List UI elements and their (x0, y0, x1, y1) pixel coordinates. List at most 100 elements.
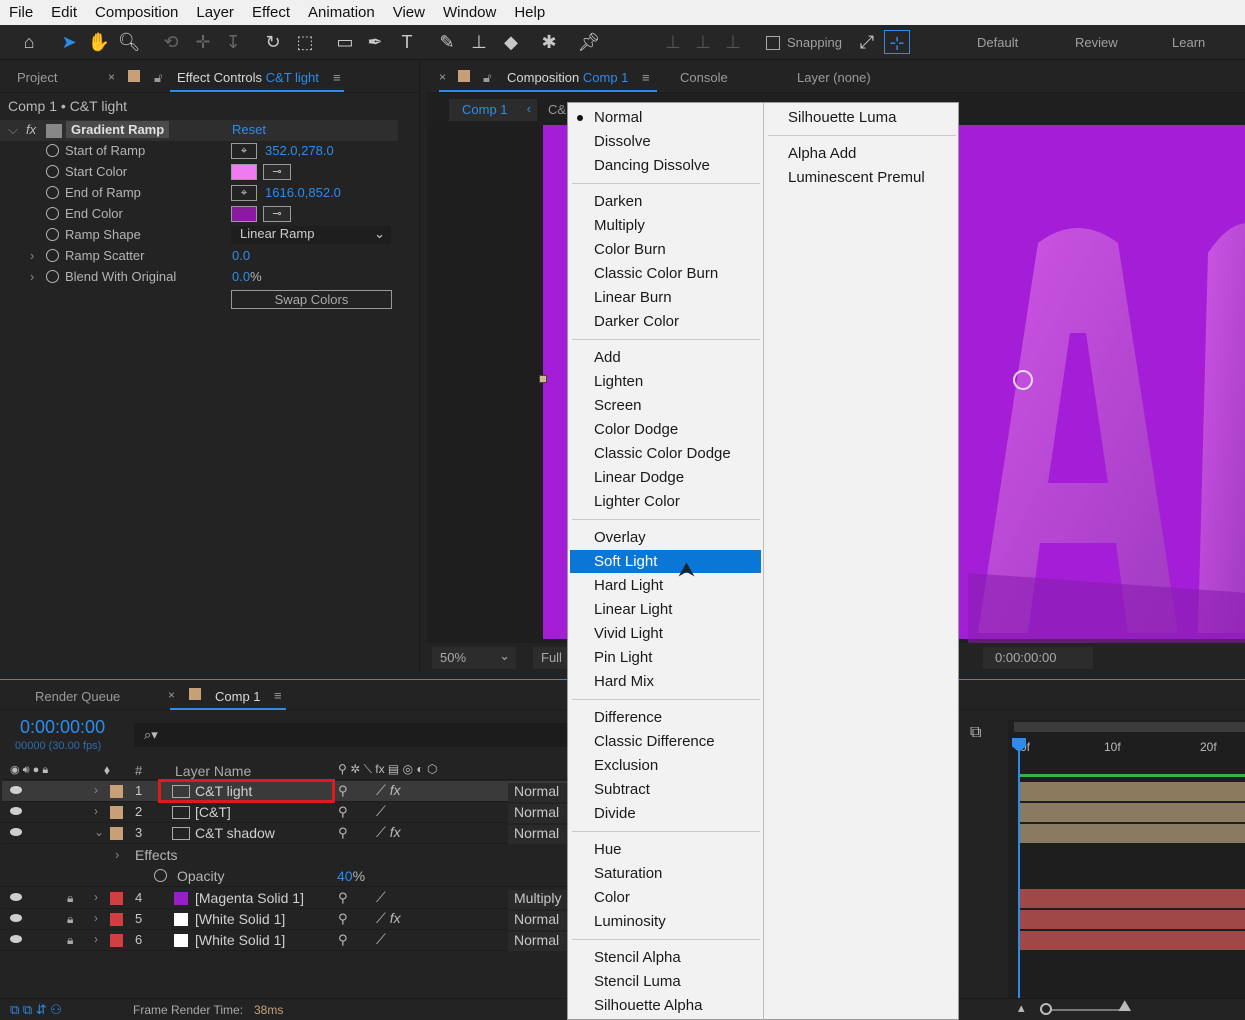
playhead[interactable] (1018, 740, 1020, 1000)
workspace-learn[interactable]: Learn (1172, 35, 1205, 50)
snap-grid-icon[interactable]: ⊹ (884, 30, 910, 54)
menu-item-stencil-alpha[interactable]: Stencil Alpha (570, 946, 761, 969)
menu-item-lighter-color[interactable]: Lighter Color (570, 490, 761, 513)
tab-effect-controls[interactable]: Effect Controls C&T light (177, 70, 319, 85)
quality-switch-icon[interactable]: ⟋ fx (376, 910, 401, 927)
start-color-swatch[interactable] (231, 164, 257, 180)
layer-name[interactable]: [C&T] (195, 804, 231, 820)
zoom-slider[interactable] (1040, 1009, 1120, 1011)
blend-mode[interactable]: Normal (508, 911, 568, 930)
menu-item-divide[interactable]: Divide (570, 802, 761, 825)
label-color[interactable] (110, 785, 123, 798)
menu-item-darker-color[interactable]: Darker Color (570, 310, 761, 333)
menu-item-hard-mix[interactable]: Hard Mix (570, 670, 761, 693)
rectangle-tool-icon[interactable]: ▭ (332, 30, 358, 54)
menu-edit[interactable]: Edit (42, 4, 86, 21)
menu-view[interactable]: View (384, 4, 434, 21)
layer-bar-3[interactable] (1020, 824, 1245, 843)
anchor-point-icon[interactable] (1013, 370, 1033, 390)
zoom-select[interactable]: 50% ⌄ (432, 647, 516, 669)
opacity-row[interactable]: Opacity 40% (2, 866, 567, 887)
menu-item-silhouette-luma[interactable]: Silhouette Luma (766, 106, 956, 129)
menu-item-linear-burn[interactable]: Linear Burn (570, 286, 761, 309)
layer-bar-1[interactable] (1020, 782, 1245, 801)
lock-icon[interactable]: 🔒︎ (67, 933, 73, 948)
puppet-pin-icon[interactable]: 📌︎ (576, 30, 602, 54)
layer-row-5[interactable]: 🔒︎ › 5 [White Solid 1] ⚲ ⟋ fx Normal (2, 909, 568, 930)
expand-chevron-icon[interactable]: › (94, 890, 98, 904)
menu-file[interactable]: File (0, 4, 42, 21)
lock-icon[interactable]: 🔒︎ (67, 891, 73, 906)
menu-item-soft-light[interactable]: Soft Light (570, 550, 761, 573)
menu-composition[interactable]: Composition (86, 4, 187, 21)
roto-brush-icon[interactable]: ✱ (536, 30, 562, 54)
blend-mode[interactable]: Normal (508, 825, 568, 844)
expand-chevron-icon[interactable]: › (30, 248, 34, 263)
eye-icon[interactable] (10, 893, 22, 901)
workspace-review[interactable]: Review (1075, 35, 1118, 50)
effect-header-row[interactable]: ⌵ fx Gradient Ramp Reset (0, 120, 398, 141)
blend-mode[interactable]: Normal (508, 783, 568, 802)
stopwatch-icon[interactable] (46, 270, 59, 283)
label-color[interactable] (110, 827, 123, 840)
layer-bar-6[interactable] (1020, 931, 1245, 950)
eraser-tool-icon[interactable]: ◆ (498, 30, 524, 54)
menu-item-luminescent-premul[interactable]: Luminescent Premul (766, 166, 956, 189)
pen-tool-icon[interactable]: ✒ (362, 30, 388, 54)
graph-editor-icon[interactable]: ⧉ (970, 724, 981, 742)
blend-with-original-value[interactable]: 0.0 (232, 269, 250, 284)
eyedropper-icon[interactable]: ⊸ (263, 164, 291, 180)
menu-item-vivid-light[interactable]: Vivid Light (570, 622, 761, 645)
lock-icon[interactable]: 🔓︎ (154, 70, 162, 86)
shy-switch-icon[interactable]: ⚲ (338, 911, 348, 927)
eye-icon[interactable] (10, 786, 22, 794)
menu-effect[interactable]: Effect (243, 4, 299, 21)
layer-name[interactable]: [White Solid 1] (195, 911, 285, 927)
resolution-select[interactable]: Full (533, 647, 567, 669)
brush-tool-icon[interactable]: ✎ (434, 30, 460, 54)
tab-render-queue[interactable]: Render Queue (35, 689, 120, 704)
expand-chevron-icon[interactable]: › (115, 847, 119, 862)
layer-search-input[interactable]: ⌕▾ (134, 723, 567, 747)
menu-item-classic-difference[interactable]: Classic Difference (570, 730, 761, 753)
col-layer-name[interactable]: Layer Name (175, 763, 251, 779)
menu-item-color-burn[interactable]: Color Burn (570, 238, 761, 261)
label-color[interactable] (110, 934, 123, 947)
footer-toggle-icons[interactable]: ⧉ ⧉ ⇵ ⚇ (10, 1002, 62, 1018)
axis-world-icon[interactable]: ⊥ (690, 30, 716, 54)
swap-colors-button[interactable]: Swap Colors (231, 290, 392, 309)
workspace-default[interactable]: Default (977, 35, 1018, 50)
menu-item-add[interactable]: Add (570, 346, 761, 369)
menu-item-normal[interactable]: Normal (570, 106, 761, 129)
timeline-timecode[interactable]: 0:00:00:00 (20, 717, 105, 738)
layer-name[interactable]: C&T shadow (195, 825, 275, 841)
layer-row-6[interactable]: 🔒︎ › 6 [White Solid 1] ⚲ ⟋ Normal (2, 930, 568, 951)
expand-chevron-icon[interactable]: ⌵ (8, 122, 18, 138)
snap-edges-icon[interactable]: ⤢ (854, 30, 880, 54)
menu-help[interactable]: Help (505, 4, 554, 21)
menu-item-color-dodge[interactable]: Color Dodge (570, 418, 761, 441)
menu-item-difference[interactable]: Difference (570, 706, 761, 729)
menu-item-saturation[interactable]: Saturation (570, 862, 761, 885)
stopwatch-icon[interactable] (46, 249, 59, 262)
close-icon[interactable]: × (439, 70, 446, 84)
label-color[interactable] (110, 892, 123, 905)
rotate-tool-icon[interactable]: ↻ (260, 30, 286, 54)
shy-switch-icon[interactable]: ⚲ (338, 825, 348, 841)
menu-item-subtract[interactable]: Subtract (570, 778, 761, 801)
crosshair-icon[interactable]: ⌖ (231, 185, 257, 201)
quality-switch-icon[interactable]: ⟋ (376, 889, 386, 906)
time-graph[interactable]: 0f 10f 20f (1008, 720, 1245, 1000)
close-icon[interactable]: × (108, 70, 115, 84)
hand-tool-icon[interactable]: ✋ (86, 30, 112, 54)
tab-timeline-comp[interactable]: Comp 1 (215, 689, 261, 704)
effect-name[interactable]: Gradient Ramp (66, 121, 170, 138)
quality-switch-icon[interactable]: ⟋ (376, 931, 386, 948)
menu-animation[interactable]: Animation (299, 4, 384, 21)
close-icon[interactable]: × (168, 688, 175, 702)
dolly-tool-icon[interactable]: ↧ (220, 30, 246, 54)
menu-item-hard-light[interactable]: Hard Light (570, 574, 761, 597)
menu-item-lighten[interactable]: Lighten (570, 370, 761, 393)
menu-item-darken[interactable]: Darken (570, 190, 761, 213)
zoom-out-icon[interactable]: ▴ (1018, 1000, 1025, 1016)
